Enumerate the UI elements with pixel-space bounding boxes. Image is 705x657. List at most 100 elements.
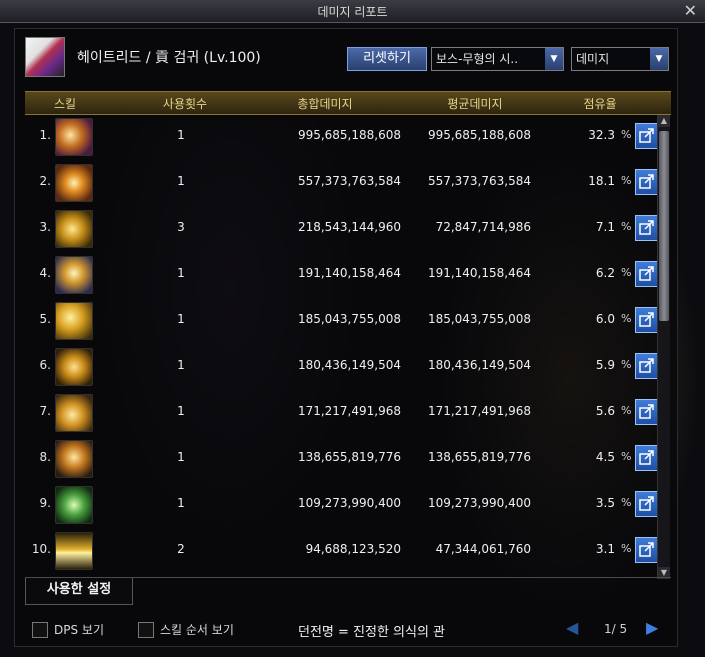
skill-rows: 1. 1 995,685,188,608 995,685,188,608 32.… <box>25 115 661 579</box>
average-damage: 191,140,158,464 <box>427 266 531 280</box>
average-damage: 995,685,188,608 <box>427 128 531 142</box>
total-damage: 185,043,755,008 <box>297 312 401 326</box>
total-damage: 138,655,819,776 <box>297 450 401 464</box>
boss-filter-dropdown[interactable]: 보스-무형의 시.. ▼ <box>431 47 564 71</box>
skill-icon <box>55 440 93 478</box>
table-header: 스킬 사용횟수 총합데미지 평균데미지 점유율 <box>25 91 671 115</box>
share-icon <box>639 542 654 557</box>
average-damage: 171,217,491,968 <box>427 404 531 418</box>
rank: 7. <box>39 404 51 418</box>
character-portrait <box>25 37 65 77</box>
settings-tab-bar: 사용한 설정 <box>25 577 671 605</box>
share-percent: 3.5 <box>595 496 615 510</box>
total-damage: 191,140,158,464 <box>297 266 401 280</box>
column-header-average[interactable]: 평균데미지 <box>425 95 525 112</box>
dps-view-label: DPS 보기 <box>54 623 104 637</box>
share-percent: 7.1 <box>595 220 615 234</box>
percent-sign: % <box>621 496 632 509</box>
share-percent: 18.1 <box>588 174 615 188</box>
rank: 10. <box>31 542 51 556</box>
skill-icon <box>55 164 93 202</box>
average-damage: 180,436,149,504 <box>427 358 531 372</box>
page-next-icon[interactable]: ▶ <box>646 618 658 637</box>
table-row: 10. 2 94,688,123,520 47,344,061,760 3.1 … <box>25 529 661 575</box>
total-damage: 557,373,763,584 <box>297 174 401 188</box>
total-damage: 109,273,990,400 <box>297 496 401 510</box>
dropdown-arrow-icon[interactable]: ▼ <box>545 48 563 70</box>
share-icon <box>639 450 654 465</box>
rank: 2. <box>39 174 51 188</box>
scroll-up-icon[interactable]: ▲ <box>658 115 670 127</box>
skill-icon <box>55 486 93 524</box>
share-percent: 4.5 <box>595 450 615 464</box>
rank: 4. <box>39 266 51 280</box>
column-header-uses[interactable]: 사용횟수 <box>145 95 225 112</box>
reset-button[interactable]: 리셋하기 <box>347 47 427 71</box>
rank: 8. <box>39 450 51 464</box>
table-row: 4. 1 191,140,158,464 191,140,158,464 6.2… <box>25 253 661 299</box>
close-icon[interactable]: ✕ <box>684 1 697 20</box>
average-damage: 72,847,714,986 <box>435 220 531 234</box>
skill-order-checkbox[interactable] <box>138 622 154 638</box>
skill-icon <box>55 302 93 340</box>
uses: 1 <box>177 496 185 510</box>
table-row: 1. 1 995,685,188,608 995,685,188,608 32.… <box>25 115 661 161</box>
column-header-total[interactable]: 총합데미지 <box>265 95 385 112</box>
page-indicator: 1/ 5 <box>604 622 628 636</box>
scrollbar-thumb[interactable] <box>659 131 669 321</box>
share-icon <box>639 358 654 373</box>
share-icon <box>639 404 654 419</box>
table-row: 8. 1 138,655,819,776 138,655,819,776 4.5… <box>25 437 661 483</box>
average-damage: 185,043,755,008 <box>427 312 531 326</box>
percent-sign: % <box>621 404 632 417</box>
share-percent: 5.6 <box>595 404 615 418</box>
skill-icon <box>55 348 93 386</box>
share-percent: 6.2 <box>595 266 615 280</box>
vertical-scrollbar[interactable]: ▲ ▼ <box>657 115 670 579</box>
share-percent: 5.9 <box>595 358 615 372</box>
character-name: 헤이트리드 / 貢 검귀 (Lv.100) <box>77 50 261 66</box>
average-damage: 557,373,763,584 <box>427 174 531 188</box>
table-row: 2. 1 557,373,763,584 557,373,763,584 18.… <box>25 161 661 207</box>
share-icon <box>639 128 654 143</box>
column-header-share[interactable]: 점유율 <box>565 95 635 112</box>
percent-sign: % <box>621 358 632 371</box>
table-row: 9. 1 109,273,990,400 109,273,990,400 3.5… <box>25 483 661 529</box>
average-damage: 109,273,990,400 <box>427 496 531 510</box>
rank: 6. <box>39 358 51 372</box>
total-damage: 218,543,144,960 <box>297 220 401 234</box>
skill-icon <box>55 118 93 156</box>
skill-icon <box>55 532 93 570</box>
average-damage: 138,655,819,776 <box>427 450 531 464</box>
boss-filter-value: 보스-무형의 시.. <box>436 52 519 66</box>
uses: 1 <box>177 128 185 142</box>
dungeon-name: 던전명 = 진정한 의식의 관 <box>298 625 446 640</box>
tab-used-settings[interactable]: 사용한 설정 <box>25 578 133 605</box>
percent-sign: % <box>621 220 632 233</box>
share-percent: 32.3 <box>588 128 615 142</box>
uses: 3 <box>177 220 185 234</box>
uses: 1 <box>177 404 185 418</box>
type-filter-dropdown[interactable]: 데미지 ▼ <box>571 47 669 71</box>
table-row: 7. 1 171,217,491,968 171,217,491,968 5.6… <box>25 391 661 437</box>
share-icon <box>639 496 654 511</box>
skill-order-label: 스킬 순서 보기 <box>160 623 234 637</box>
table-row: 3. 3 218,543,144,960 72,847,714,986 7.1 … <box>25 207 661 253</box>
uses: 1 <box>177 450 185 464</box>
skill-icon <box>55 256 93 294</box>
percent-sign: % <box>621 450 632 463</box>
total-damage: 171,217,491,968 <box>297 404 401 418</box>
table-row: 5. 1 185,043,755,008 185,043,755,008 6.0… <box>25 299 661 345</box>
type-filter-value: 데미지 <box>576 52 610 66</box>
total-damage: 94,688,123,520 <box>305 542 401 556</box>
share-icon <box>639 266 654 281</box>
average-damage: 47,344,061,760 <box>435 542 531 556</box>
dps-view-checkbox[interactable] <box>32 622 48 638</box>
column-header-skill[interactable]: 스킬 <box>35 95 95 112</box>
table-row: 6. 1 180,436,149,504 180,436,149,504 5.9… <box>25 345 661 391</box>
page-prev-icon[interactable]: ◀ <box>566 618 578 637</box>
uses: 1 <box>177 266 185 280</box>
uses: 2 <box>177 542 185 556</box>
share-percent: 6.0 <box>595 312 615 326</box>
dropdown-arrow-icon[interactable]: ▼ <box>650 48 668 70</box>
